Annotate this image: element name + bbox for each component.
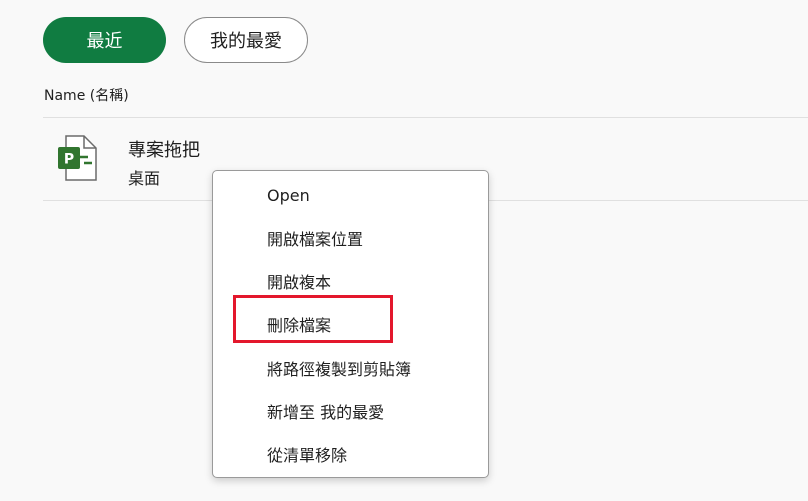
tab-favorites[interactable]: 我的最愛 (184, 17, 308, 63)
file-name: 專案拖把 (128, 140, 200, 161)
context-menu: Open 開啟檔案位置 開啟複本 刪除檔案 將路徑複製到剪貼簿 新增至 我的最愛… (212, 170, 489, 478)
menu-item-remove-from-list[interactable]: 從清單移除 (213, 435, 488, 473)
tab-recent-label: 最近 (86, 31, 123, 52)
menu-item-open-file-location[interactable]: 開啟檔案位置 (213, 219, 488, 257)
name-column-header[interactable]: Name (名稱) (44, 85, 129, 105)
menu-item-delete-file[interactable]: 刪除檔案 (213, 305, 488, 343)
project-file-icon: P (56, 135, 98, 181)
svg-text:P: P (64, 152, 74, 168)
menu-item-add-to-favorites[interactable]: 新增至 我的最愛 (213, 392, 488, 430)
menu-item-open[interactable]: Open (213, 176, 488, 214)
tab-recent[interactable]: 最近 (43, 17, 166, 63)
file-location: 桌面 (128, 169, 161, 188)
menu-item-open-copy[interactable]: 開啟複本 (213, 262, 488, 300)
tab-favorites-label: 我的最愛 (210, 31, 282, 52)
menu-item-copy-path[interactable]: 將路徑複製到剪貼簿 (213, 349, 488, 387)
